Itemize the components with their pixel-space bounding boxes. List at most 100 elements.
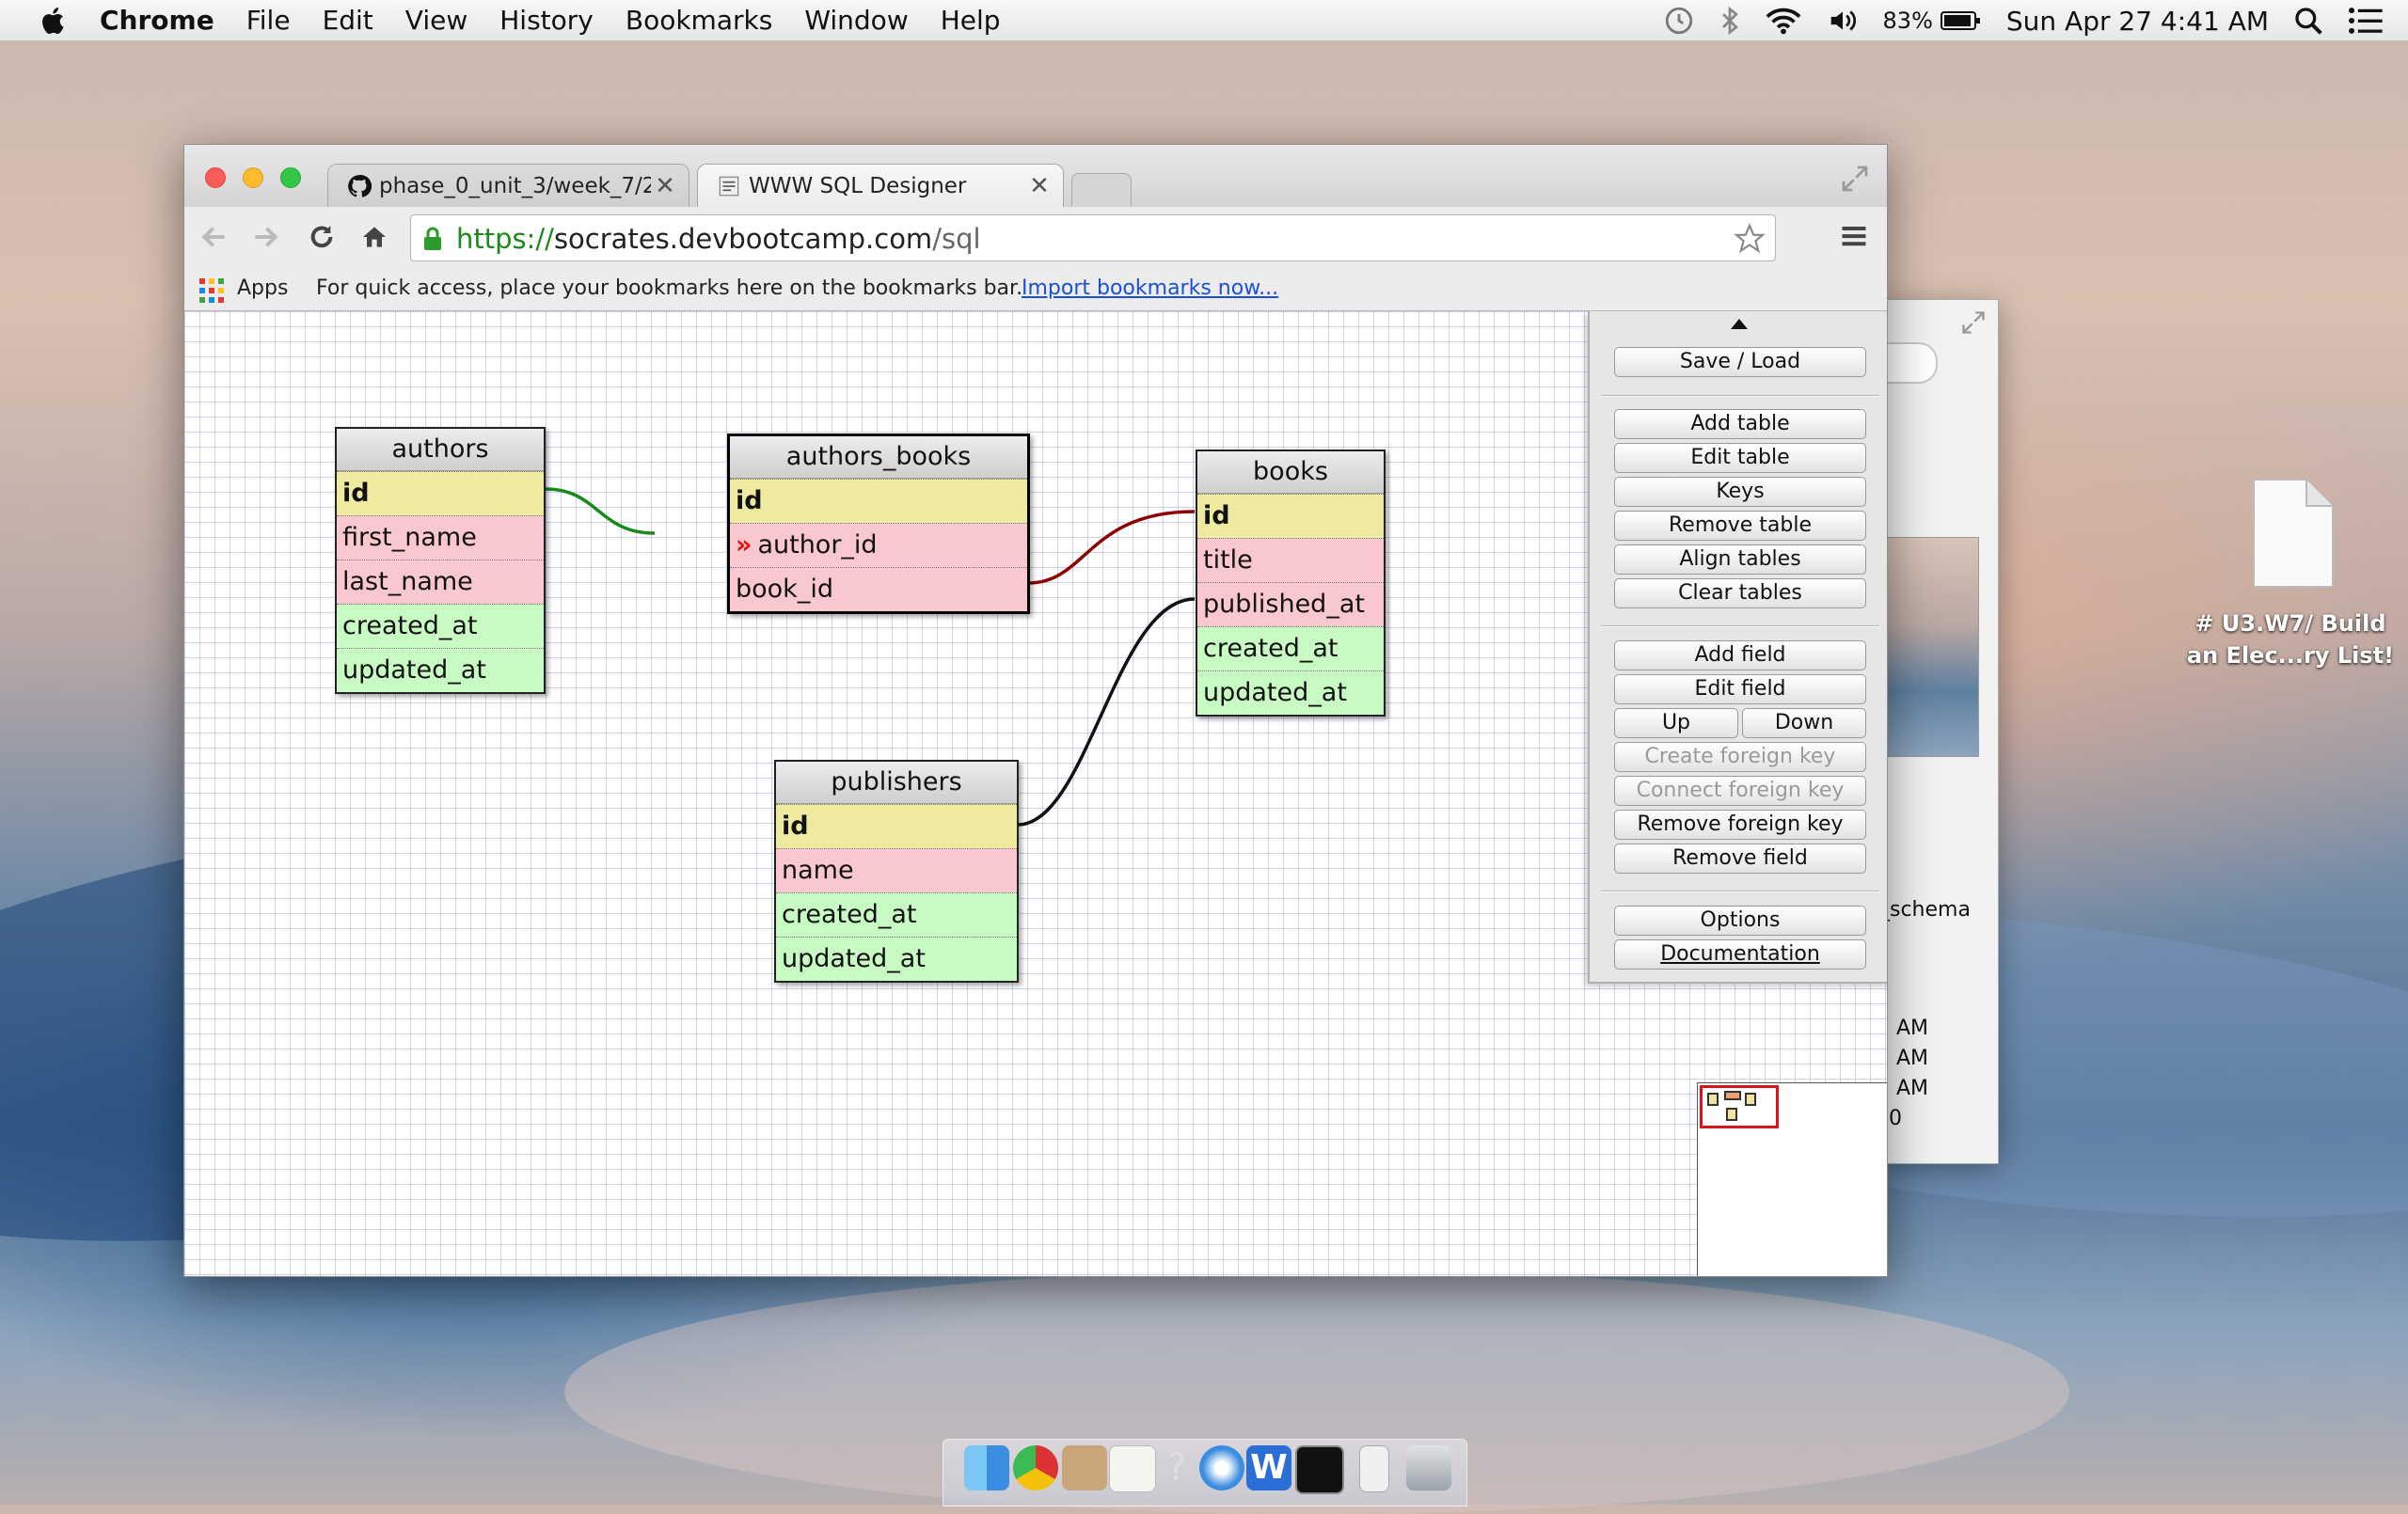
safari-icon[interactable]	[1199, 1445, 1244, 1490]
forward-button[interactable]	[246, 218, 284, 256]
notification-center-icon[interactable]	[2348, 7, 2384, 35]
chrome-icon[interactable]	[1013, 1445, 1058, 1490]
zoom-window-button[interactable]	[280, 167, 301, 188]
table-field[interactable]: created_at	[337, 604, 544, 648]
table-field[interactable]: title	[1197, 538, 1384, 582]
relation-books-authors-books	[1027, 510, 1196, 585]
desktop-file-label[interactable]: # U3.W7/ Build an Elec...ry List!	[2173, 607, 2408, 671]
align-tables-button[interactable]: Align tables	[1614, 544, 1866, 575]
table-field[interactable]: id	[1197, 494, 1384, 538]
table-field[interactable]: last_name	[337, 560, 544, 604]
tab-sql-designer[interactable]: WWW SQL Designer ✕	[697, 164, 1064, 207]
keys-button[interactable]: Keys	[1614, 477, 1866, 507]
sql-designer-canvas[interactable]: authors id first_name last_name created_…	[184, 311, 1887, 1276]
battery-icon[interactable]	[1940, 9, 1982, 32]
relation-authors-authors-books	[545, 487, 656, 535]
terminal-icon[interactable]	[1295, 1445, 1344, 1494]
apple-logo-icon[interactable]	[36, 4, 71, 38]
desktop-file-icon[interactable]	[2246, 478, 2337, 591]
options-button[interactable]: Options	[1614, 906, 1866, 936]
table-field[interactable]: book_id	[730, 567, 1027, 611]
address-bar[interactable]: https://socrates.devbootcamp.com/sql	[410, 214, 1776, 261]
github-icon	[348, 174, 372, 197]
remove-foreign-key-button[interactable]: Remove foreign key	[1614, 810, 1866, 840]
db-table-publishers[interactable]: publishers id name created_at updated_at	[774, 760, 1019, 983]
canvas-minimap[interactable]	[1697, 1082, 1887, 1276]
forward-arrow-icon	[255, 227, 278, 247]
back-button[interactable]	[196, 218, 233, 256]
menu-app-name[interactable]: Chrome	[100, 5, 214, 36]
finder-icon[interactable]	[964, 1445, 1009, 1490]
menu-edit[interactable]: Edit	[323, 5, 373, 36]
save-load-button[interactable]: Save / Load	[1614, 347, 1866, 377]
tab-github[interactable]: phase_0_unit_3/week_7/2 ✕	[327, 164, 689, 207]
close-window-button[interactable]	[205, 167, 226, 188]
add-table-button[interactable]: Add table	[1614, 409, 1866, 439]
apps-link[interactable]: Apps	[237, 276, 288, 300]
close-tab-icon[interactable]: ✕	[1025, 172, 1054, 200]
reload-icon	[310, 226, 333, 248]
menu-clock[interactable]: Sun Apr 27 4:41 AM	[2006, 6, 2269, 37]
documentation-link[interactable]: Documentation	[1614, 939, 1866, 970]
db-table-authors[interactable]: authors id first_name last_name created_…	[335, 427, 546, 694]
time-machine-icon[interactable]	[1663, 5, 1695, 37]
bluetooth-icon[interactable]	[1719, 5, 1740, 37]
table-field[interactable]: » author_id	[730, 523, 1027, 567]
edit-field-button[interactable]: Edit field	[1614, 674, 1866, 704]
table-name: books	[1197, 451, 1384, 494]
archive-icon[interactable]	[1359, 1445, 1389, 1492]
designer-control-panel: Save / Load Add table Edit table Keys Re…	[1588, 311, 1887, 984]
minimize-window-button[interactable]	[243, 167, 263, 188]
trash-icon[interactable]	[1406, 1445, 1451, 1490]
spotlight-search-icon[interactable]	[2293, 6, 2323, 36]
textedit-icon[interactable]	[1109, 1445, 1156, 1492]
table-field[interactable]: first_name	[337, 515, 544, 560]
collapse-panel-icon[interactable]	[1731, 319, 1748, 329]
new-tab-button[interactable]	[1071, 173, 1132, 206]
clear-tables-button[interactable]: Clear tables	[1614, 578, 1866, 608]
reload-button[interactable]	[303, 218, 341, 256]
battery-percent[interactable]: 83%	[1883, 8, 1933, 34]
table-field[interactable]: updated_at	[776, 937, 1017, 981]
add-field-button[interactable]: Add field	[1614, 640, 1866, 670]
background-window[interactable]: _schema AM AM AM 0	[1877, 299, 1999, 1164]
db-table-authors-books[interactable]: authors_books id » author_id book_id	[727, 434, 1030, 614]
db-table-books[interactable]: books id title published_at created_at u…	[1196, 449, 1386, 717]
remove-table-button[interactable]: Remove table	[1614, 511, 1866, 541]
table-field[interactable]: id	[337, 471, 544, 515]
table-field[interactable]: id	[730, 479, 1027, 523]
tab-title: WWW SQL Designer	[749, 173, 967, 198]
bookmark-star-icon[interactable]	[1734, 223, 1766, 255]
word-icon[interactable]: W	[1246, 1445, 1291, 1490]
menu-help[interactable]: Help	[941, 5, 1001, 36]
remove-field-button[interactable]: Remove field	[1614, 844, 1866, 874]
menu-bookmarks[interactable]: Bookmarks	[626, 5, 772, 36]
table-field[interactable]: updated_at	[1197, 670, 1384, 715]
fullscreen-icon[interactable]	[1840, 164, 1870, 194]
volume-icon[interactable]	[1827, 7, 1859, 35]
tab-title: phase_0_unit_3/week_7/2	[379, 173, 651, 198]
help-icon[interactable]: ?	[1154, 1445, 1199, 1490]
menu-file[interactable]: File	[246, 5, 291, 36]
table-field[interactable]: updated_at	[337, 648, 544, 692]
chrome-menu-icon[interactable]	[1840, 222, 1868, 250]
menu-view[interactable]: View	[405, 5, 467, 36]
panel-divider	[1601, 891, 1879, 892]
apps-grid-icon[interactable]	[199, 278, 224, 303]
table-field[interactable]: created_at	[776, 892, 1017, 937]
table-field[interactable]: published_at	[1197, 582, 1384, 626]
close-tab-icon[interactable]: ✕	[651, 172, 679, 200]
import-bookmarks-link[interactable]: Import bookmarks now...	[1022, 276, 1278, 300]
menu-window[interactable]: Window	[804, 5, 908, 36]
url-path: /sql	[932, 223, 981, 255]
table-field[interactable]: name	[776, 848, 1017, 892]
contacts-icon[interactable]	[1062, 1445, 1107, 1490]
table-field[interactable]: created_at	[1197, 626, 1384, 670]
wifi-icon[interactable]	[1765, 6, 1802, 36]
move-field-up-button[interactable]: Up	[1614, 708, 1738, 738]
table-field[interactable]: id	[776, 804, 1017, 848]
menu-history[interactable]: History	[499, 5, 594, 36]
move-field-down-button[interactable]: Down	[1742, 708, 1866, 738]
home-button[interactable]	[356, 218, 393, 256]
edit-table-button[interactable]: Edit table	[1614, 443, 1866, 473]
